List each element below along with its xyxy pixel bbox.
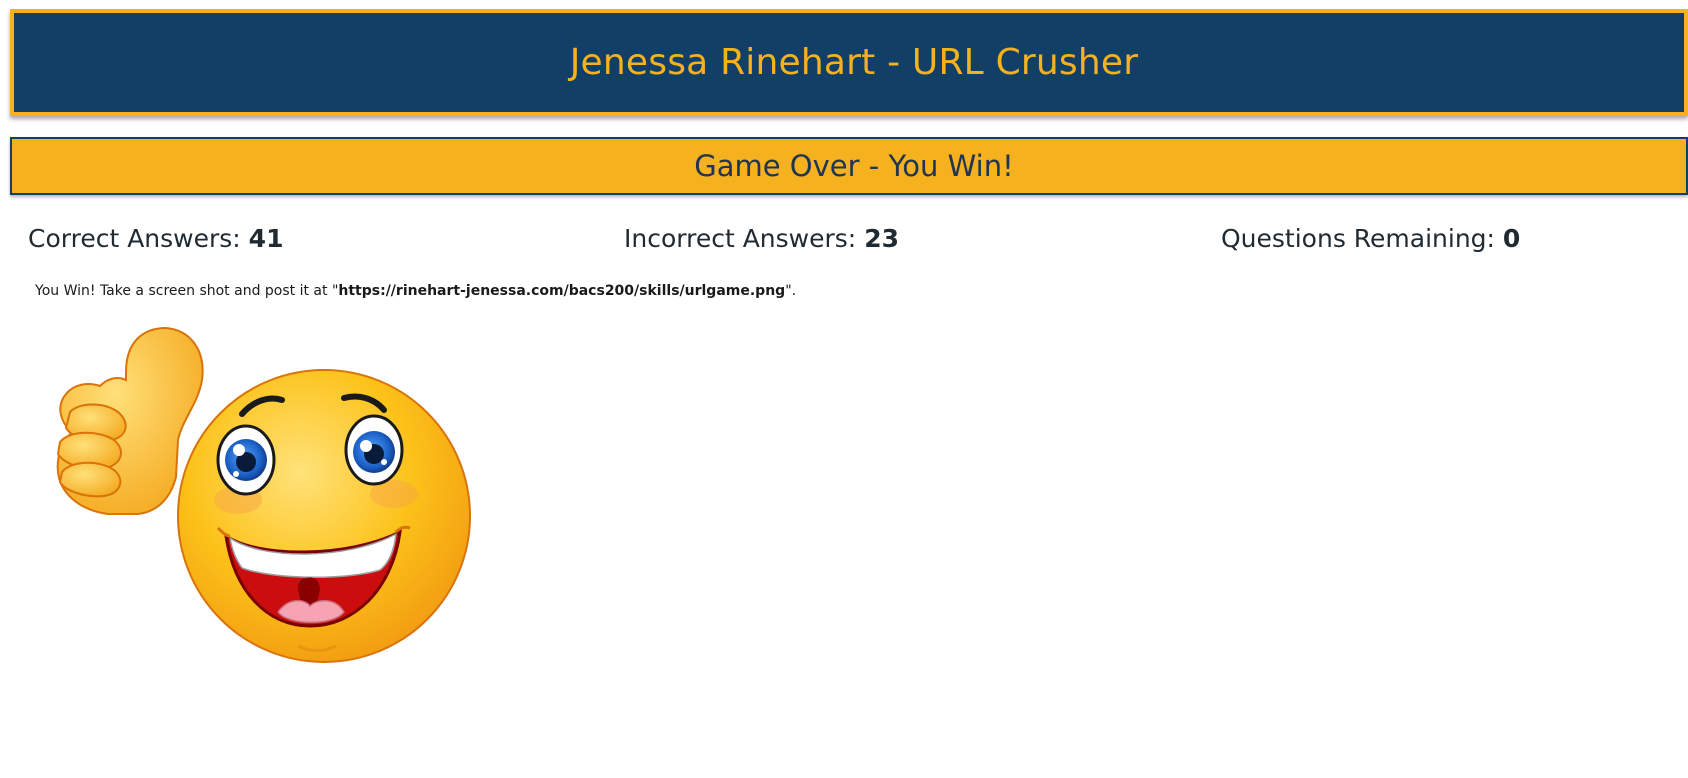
incorrect-answers-label: Incorrect Answers: — [624, 224, 865, 253]
correct-answers-value: 41 — [248, 224, 284, 253]
title-banner: Jenessa Rinehart - URL Crusher — [10, 9, 1688, 116]
correct-answers-label: Correct Answers: — [28, 224, 249, 253]
incorrect-answers-score: Incorrect Answers: 23 — [624, 224, 899, 253]
questions-remaining-label: Questions Remaining: — [1221, 224, 1503, 253]
right-eye — [344, 414, 404, 486]
incorrect-answers-value: 23 — [864, 224, 899, 253]
win-message: You Win! Take a screen shot and post it … — [35, 283, 796, 299]
win-message-suffix: ". — [785, 283, 797, 299]
game-status-text: Game Over - You Win! — [694, 149, 1014, 183]
game-status-banner: Game Over - You Win! — [10, 137, 1688, 195]
thumbs-up-smiley-icon — [56, 326, 471, 663]
win-message-prefix: You Win! Take a screen shot and post it … — [35, 283, 339, 299]
page-title: Jenessa Rinehart - URL Crusher — [569, 42, 1139, 83]
win-message-url: https://rinehart-jenessa.com/bacs200/ski… — [338, 283, 786, 299]
questions-remaining-score: Questions Remaining: 0 — [1221, 224, 1520, 253]
correct-answers-score: Correct Answers: 41 — [28, 224, 283, 253]
questions-remaining-value: 0 — [1502, 224, 1521, 253]
left-eye — [216, 424, 276, 496]
